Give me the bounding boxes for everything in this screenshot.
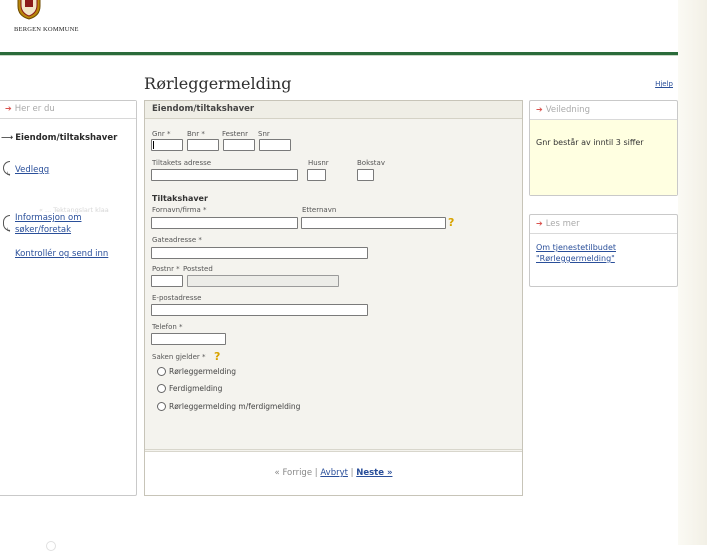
gnr-label: Gnr *	[152, 130, 171, 138]
arrow-right-icon: ➔	[5, 104, 12, 113]
phone-label: Telefon *	[152, 323, 183, 331]
connector-arrow-icon: ↳	[6, 171, 12, 178]
owner-section-title: Tiltakshaver	[152, 194, 208, 203]
arrow-right-icon: ➔	[536, 219, 543, 228]
radio-ferdigmelding[interactable]: Ferdigmelding	[157, 384, 222, 393]
sidebar-heading-label: Her er du	[14, 104, 55, 114]
radio-label: Ferdigmelding	[169, 384, 223, 393]
address-input[interactable]	[151, 169, 298, 181]
cancel-button[interactable]: Avbryt	[320, 468, 348, 478]
phone-input[interactable]	[151, 333, 226, 345]
lastname-input[interactable]	[301, 217, 446, 229]
snr-input[interactable]	[259, 139, 291, 151]
bokstav-input[interactable]	[357, 169, 374, 181]
sidebar-item-vedlegg[interactable]: Vedlegg	[15, 165, 49, 175]
help-link[interactable]: Hjelp	[655, 80, 673, 88]
festenr-input[interactable]	[223, 139, 255, 151]
radio-button[interactable]	[157, 367, 166, 376]
sidebar-item-info-line2[interactable]: søker/foretak	[15, 225, 71, 235]
festenr-label: Festenr	[222, 130, 248, 138]
service-info-link[interactable]: Om tjenestetilbudet	[536, 242, 671, 253]
connector-arrow-icon: ↳	[6, 227, 12, 234]
radio-combined[interactable]: Rørleggermelding m/ferdigmelding	[157, 402, 300, 411]
read-more-body: Om tjenestetilbudet "Rørleggermelding"	[530, 234, 677, 264]
lastname-label: Etternavn	[302, 206, 337, 214]
guidance-heading-label: Veiledning	[545, 105, 590, 115]
sidebar-item-submit[interactable]: Kontrollér og send inn	[15, 249, 108, 259]
page-title: Rørleggermelding	[144, 74, 292, 93]
radio-button[interactable]	[157, 402, 166, 411]
form-panel: Eiendom/tiltakshaver Gnr * Bnr * Festenr…	[144, 100, 523, 496]
text-cursor	[153, 141, 154, 149]
firstname-label: Fornavn/firma *	[152, 206, 207, 214]
radio-label: Rørleggermelding m/ferdigmelding	[169, 402, 301, 411]
guidance-text: Gnr består av inntil 3 siffer	[530, 120, 677, 195]
sidebar-heading: ➔ Her er du	[0, 101, 136, 119]
postnr-label: Postnr *	[152, 265, 180, 273]
read-more-heading: ➔ Les mer	[530, 215, 677, 234]
sidebar-item-info-line1[interactable]: Informasjon om	[15, 213, 81, 223]
form-footer: « Forrige | Avbryt | Neste »	[145, 449, 522, 495]
bnr-label: Bnr *	[187, 130, 205, 138]
nav-separator: |	[350, 468, 354, 478]
husnr-label: Husnr	[308, 159, 329, 167]
prev-button: « Forrige	[274, 468, 313, 478]
firstname-input[interactable]	[151, 217, 298, 229]
header-divider-light	[0, 55, 678, 56]
sidebar-progress: ➔ Her er du ⟶ Eiendom/tiltakshaver ↳ Vedle…	[0, 100, 137, 496]
read-more-panel: ➔ Les mer Om tjenestetilbudet "Rørleggerm…	[529, 214, 678, 287]
form-navigation: « Forrige | Avbryt | Neste »	[145, 468, 522, 478]
nav-separator: |	[314, 468, 318, 478]
help-question-icon[interactable]: ?	[448, 217, 454, 228]
snr-label: Snr	[258, 130, 270, 138]
street-input[interactable]	[151, 247, 368, 259]
gnr-input[interactable]	[151, 139, 183, 151]
poststed-label: Poststed	[183, 265, 213, 273]
address-label: Tiltakets adresse	[152, 159, 212, 167]
email-input[interactable]	[151, 304, 368, 316]
org-name: BERGEN KOMMUNE	[14, 26, 79, 33]
case-label: Saken gjelder *	[152, 353, 206, 361]
footer-ornament	[46, 541, 56, 551]
email-label: E-postadresse	[152, 294, 202, 302]
street-label: Gateadresse *	[152, 236, 202, 244]
form-heading: Eiendom/tiltakshaver	[145, 101, 522, 119]
footer-divider	[145, 449, 522, 450]
city-crest-icon	[17, 0, 41, 20]
page-right-shade	[678, 0, 707, 545]
read-more-heading-label: Les mer	[545, 219, 580, 229]
guidance-heading: ➔ Veiledning	[530, 101, 677, 120]
radio-rorleggermelding[interactable]: Rørleggermelding	[157, 367, 236, 376]
sidebar-current-step: ⟶ Eiendom/tiltakshaver	[1, 133, 117, 143]
bokstav-label: Bokstav	[357, 159, 385, 167]
long-arrow-right-icon: ⟶	[1, 133, 14, 143]
radio-button[interactable]	[157, 384, 166, 393]
bnr-input[interactable]	[187, 139, 219, 151]
postnr-input[interactable]	[151, 275, 183, 287]
arrow-right-icon: ➔	[536, 105, 543, 114]
guidance-panel: ➔ Veiledning Gnr består av inntil 3 siffe…	[529, 100, 678, 196]
next-button[interactable]: Neste »	[356, 468, 392, 478]
radio-label: Rørleggermelding	[169, 367, 237, 376]
husnr-input[interactable]	[307, 169, 326, 181]
service-info-link-line2[interactable]: "Rørleggermelding"	[536, 253, 671, 264]
poststed-input	[187, 275, 339, 287]
current-step-label: Eiendom/tiltakshaver	[15, 133, 118, 143]
site-header: BERGEN KOMMUNE	[0, 0, 678, 52]
help-question-icon[interactable]: ?	[214, 351, 220, 362]
